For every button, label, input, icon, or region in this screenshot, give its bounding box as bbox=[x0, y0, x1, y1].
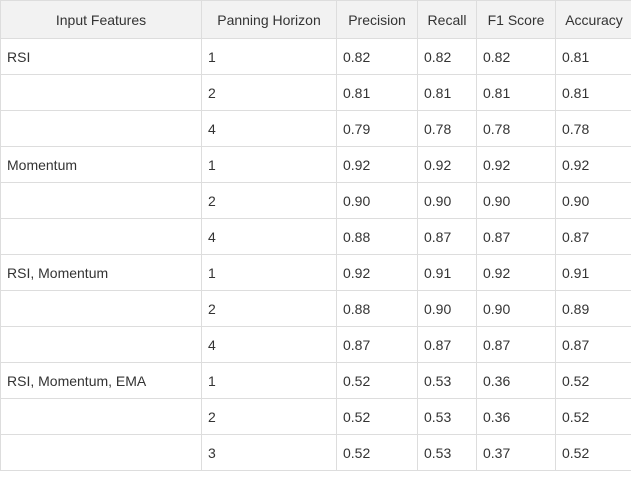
cell-accuracy: 0.52 bbox=[555, 398, 631, 435]
table-row: 2 0.52 0.53 0.36 0.52 bbox=[0, 398, 631, 435]
cell-f1: 0.87 bbox=[476, 218, 556, 255]
table-row: 4 0.79 0.78 0.78 0.78 bbox=[0, 110, 631, 147]
cell-accuracy: 0.91 bbox=[555, 254, 631, 291]
cell-recall: 0.53 bbox=[417, 362, 477, 399]
cell-recall: 0.81 bbox=[417, 74, 477, 111]
header-precision: Precision bbox=[336, 0, 418, 39]
cell-horizon: 2 bbox=[201, 74, 337, 111]
cell-input-features bbox=[0, 110, 202, 147]
cell-precision: 0.79 bbox=[336, 110, 418, 147]
table-row: 2 0.88 0.90 0.90 0.89 bbox=[0, 290, 631, 327]
cell-precision: 0.90 bbox=[336, 182, 418, 219]
header-input-features: Input Features bbox=[0, 0, 202, 39]
cell-accuracy: 0.81 bbox=[555, 38, 631, 75]
cell-input-features bbox=[0, 326, 202, 363]
table-row: RSI, Momentum, EMA 1 0.52 0.53 0.36 0.52 bbox=[0, 362, 631, 399]
cell-recall: 0.53 bbox=[417, 398, 477, 435]
cell-horizon: 1 bbox=[201, 254, 337, 291]
cell-f1: 0.78 bbox=[476, 110, 556, 147]
cell-accuracy: 0.52 bbox=[555, 362, 631, 399]
cell-precision: 0.88 bbox=[336, 290, 418, 327]
cell-recall: 0.90 bbox=[417, 290, 477, 327]
cell-accuracy: 0.78 bbox=[555, 110, 631, 147]
cell-precision: 0.81 bbox=[336, 74, 418, 111]
cell-accuracy: 0.87 bbox=[555, 218, 631, 255]
cell-horizon: 2 bbox=[201, 398, 337, 435]
cell-f1: 0.92 bbox=[476, 146, 556, 183]
cell-input-features bbox=[0, 434, 202, 471]
cell-horizon: 1 bbox=[201, 38, 337, 75]
cell-f1: 0.36 bbox=[476, 362, 556, 399]
cell-f1: 0.36 bbox=[476, 398, 556, 435]
cell-accuracy: 0.52 bbox=[555, 434, 631, 471]
header-recall: Recall bbox=[417, 0, 477, 39]
cell-recall: 0.91 bbox=[417, 254, 477, 291]
table-row: 4 0.88 0.87 0.87 0.87 bbox=[0, 218, 631, 255]
cell-precision: 0.52 bbox=[336, 434, 418, 471]
cell-horizon: 2 bbox=[201, 182, 337, 219]
table-row: RSI 1 0.82 0.82 0.82 0.81 bbox=[0, 38, 631, 75]
cell-accuracy: 0.81 bbox=[555, 74, 631, 111]
header-accuracy: Accuracy bbox=[555, 0, 631, 39]
header-panning-horizon: Panning Horizon bbox=[201, 0, 337, 39]
header-f1-score: F1 Score bbox=[476, 0, 556, 39]
cell-input-features: RSI, Momentum, EMA bbox=[0, 362, 202, 399]
table-header: Input Features Panning Horizon Precision… bbox=[0, 0, 631, 39]
cell-input-features bbox=[0, 218, 202, 255]
table-body: RSI 1 0.82 0.82 0.82 0.81 2 0.81 0.81 0.… bbox=[0, 38, 631, 471]
cell-recall: 0.53 bbox=[417, 434, 477, 471]
cell-precision: 0.87 bbox=[336, 326, 418, 363]
cell-input-features bbox=[0, 182, 202, 219]
table-row: Momentum 1 0.92 0.92 0.92 0.92 bbox=[0, 146, 631, 183]
cell-horizon: 1 bbox=[201, 362, 337, 399]
cell-accuracy: 0.89 bbox=[555, 290, 631, 327]
cell-input-features: RSI, Momentum bbox=[0, 254, 202, 291]
cell-f1: 0.92 bbox=[476, 254, 556, 291]
cell-input-features bbox=[0, 74, 202, 111]
cell-precision: 0.88 bbox=[336, 218, 418, 255]
cell-input-features bbox=[0, 290, 202, 327]
table-row: RSI, Momentum 1 0.92 0.91 0.92 0.91 bbox=[0, 254, 631, 291]
cell-recall: 0.92 bbox=[417, 146, 477, 183]
cell-precision: 0.82 bbox=[336, 38, 418, 75]
cell-precision: 0.92 bbox=[336, 146, 418, 183]
cell-horizon: 4 bbox=[201, 218, 337, 255]
header-row: Input Features Panning Horizon Precision… bbox=[0, 0, 631, 39]
cell-f1: 0.90 bbox=[476, 290, 556, 327]
cell-recall: 0.82 bbox=[417, 38, 477, 75]
cell-accuracy: 0.87 bbox=[555, 326, 631, 363]
cell-f1: 0.87 bbox=[476, 326, 556, 363]
cell-horizon: 3 bbox=[201, 434, 337, 471]
cell-f1: 0.90 bbox=[476, 182, 556, 219]
table-row: 2 0.90 0.90 0.90 0.90 bbox=[0, 182, 631, 219]
results-table: Input Features Panning Horizon Precision… bbox=[0, 0, 631, 471]
cell-f1: 0.37 bbox=[476, 434, 556, 471]
cell-precision: 0.92 bbox=[336, 254, 418, 291]
table-row: 4 0.87 0.87 0.87 0.87 bbox=[0, 326, 631, 363]
cell-recall: 0.87 bbox=[417, 326, 477, 363]
cell-accuracy: 0.92 bbox=[555, 146, 631, 183]
cell-horizon: 4 bbox=[201, 326, 337, 363]
table-row: 3 0.52 0.53 0.37 0.52 bbox=[0, 434, 631, 471]
cell-accuracy: 0.90 bbox=[555, 182, 631, 219]
cell-recall: 0.87 bbox=[417, 218, 477, 255]
cell-f1: 0.82 bbox=[476, 38, 556, 75]
cell-horizon: 1 bbox=[201, 146, 337, 183]
cell-input-features: Momentum bbox=[0, 146, 202, 183]
cell-horizon: 2 bbox=[201, 290, 337, 327]
cell-input-features: RSI bbox=[0, 38, 202, 75]
cell-recall: 0.90 bbox=[417, 182, 477, 219]
cell-recall: 0.78 bbox=[417, 110, 477, 147]
cell-precision: 0.52 bbox=[336, 362, 418, 399]
cell-precision: 0.52 bbox=[336, 398, 418, 435]
cell-horizon: 4 bbox=[201, 110, 337, 147]
cell-input-features bbox=[0, 398, 202, 435]
cell-f1: 0.81 bbox=[476, 74, 556, 111]
table-row: 2 0.81 0.81 0.81 0.81 bbox=[0, 74, 631, 111]
